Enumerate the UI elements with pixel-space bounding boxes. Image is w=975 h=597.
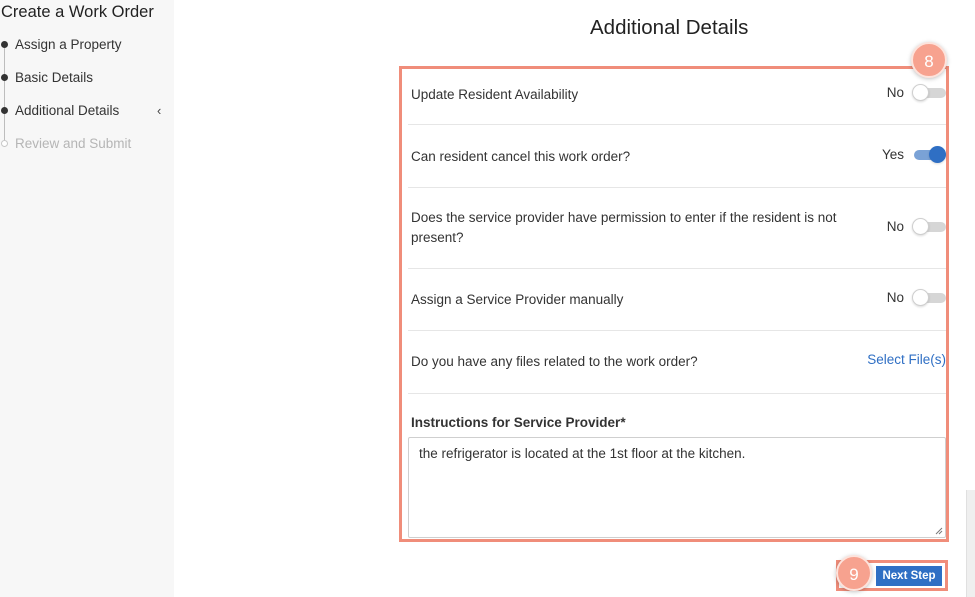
instructions-text: the refrigerator is located at the 1st f…	[419, 446, 746, 461]
step-assign-property[interactable]: Assign a Property	[0, 33, 174, 81]
step-label: Review and Submit	[15, 136, 132, 151]
row-label: Does the service provider have permissio…	[411, 210, 837, 245]
scrollbar[interactable]	[966, 490, 975, 597]
step-list: Assign a Property Basic Details Addition…	[0, 33, 174, 165]
step-label: Assign a Property	[15, 37, 122, 52]
step-dot-icon	[1, 140, 8, 147]
toggle-state-label: No	[886, 290, 904, 305]
toggle-group: No	[887, 289, 946, 306]
toggle-state-label: No	[886, 219, 904, 234]
chevron-left-icon: ‹	[157, 103, 162, 118]
row-label: Update Resident Availability	[411, 87, 579, 102]
update-availability-toggle[interactable]	[912, 84, 946, 101]
toggle-group: Yes	[882, 146, 946, 163]
step-label: Basic Details	[15, 70, 94, 85]
additional-details-panel: Update Resident Availability No Can resi…	[399, 66, 949, 542]
assign-provider-toggle[interactable]	[912, 289, 946, 306]
toggle-group: No	[887, 218, 946, 235]
page-title: Additional Details	[590, 16, 749, 39]
row-assign-provider: Assign a Service Provider manually No	[408, 269, 946, 331]
row-update-availability: Update Resident Availability No	[408, 69, 946, 125]
toggle-group: No	[887, 84, 946, 101]
step-label: Additional Details	[15, 103, 120, 118]
select-files-link[interactable]: Select File(s)	[867, 352, 946, 367]
step-review-submit: Review and Submit	[0, 132, 174, 165]
sidebar-title: Create a Work Order	[1, 3, 154, 21]
resident-cancel-toggle[interactable]	[912, 146, 946, 163]
next-step-button[interactable]: Next Step	[876, 566, 942, 586]
row-label: Assign a Service Provider manually	[411, 292, 624, 307]
toggle-state-label: No	[886, 85, 904, 100]
step-dot-icon	[1, 107, 8, 114]
step-badge-9: 9	[836, 555, 872, 591]
toggle-state-label: Yes	[881, 147, 904, 162]
row-permission-enter: Does the service provider have permissio…	[408, 188, 946, 269]
row-label: Do you have any files related to the wor…	[411, 354, 698, 369]
permission-enter-toggle[interactable]	[912, 218, 946, 235]
row-files: Do you have any files related to the wor…	[408, 331, 946, 394]
instructions-textarea[interactable]: the refrigerator is located at the 1st f…	[408, 437, 946, 538]
resize-handle-icon[interactable]	[935, 527, 943, 535]
step-additional-details[interactable]: Additional Details ‹	[0, 99, 174, 147]
step-dot-icon	[1, 41, 8, 48]
file-action: Select File(s)	[867, 352, 946, 367]
step-basic-details[interactable]: Basic Details	[0, 66, 174, 114]
instructions-label: Instructions for Service Provider*	[411, 415, 626, 430]
step-badge-8: 8	[911, 42, 947, 78]
row-label: Can resident cancel this work order?	[411, 149, 631, 164]
step-dot-icon	[1, 74, 8, 81]
sidebar: Create a Work Order Assign a Property Ba…	[0, 0, 174, 597]
row-resident-cancel: Can resident cancel this work order? Yes	[408, 125, 946, 188]
